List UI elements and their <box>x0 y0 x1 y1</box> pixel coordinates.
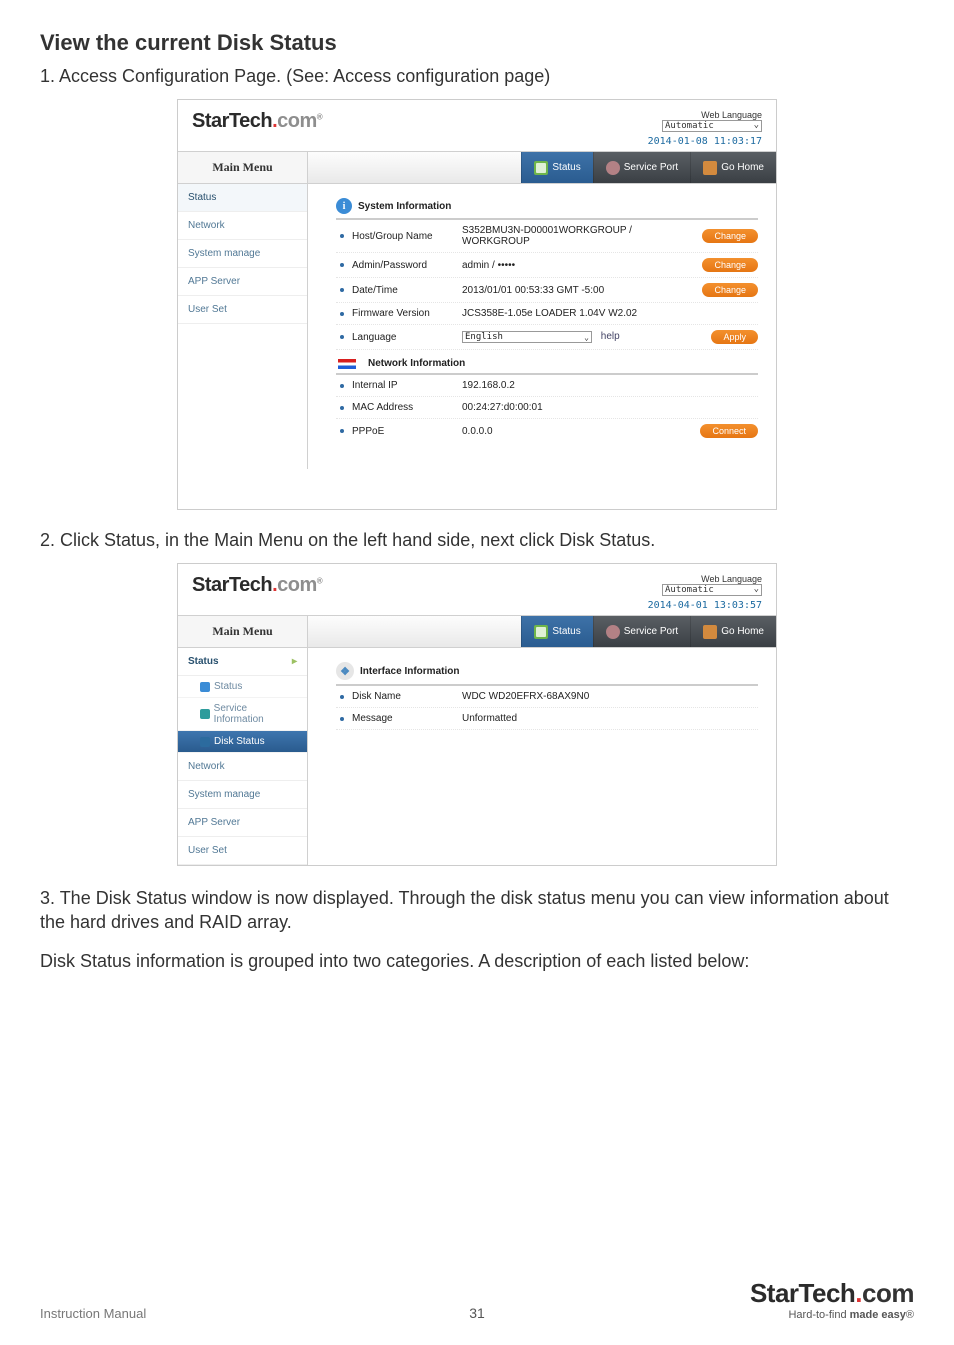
row-internal-ip: Internal IP 192.168.0.2 <box>336 375 758 397</box>
admin-password-value: admin / ••••• <box>462 260 690 271</box>
disk-status-icon <box>200 737 210 747</box>
main-menu-header-2: Main Menu <box>178 616 308 648</box>
screenshot-disk-status: StarTech.com® Web Language Automatic 201… <box>177 563 777 866</box>
monitor-icon <box>534 161 548 175</box>
host-group-label: Host/Group Name <box>352 231 462 242</box>
tab-status-label: Status <box>552 162 580 173</box>
service-info-icon <box>200 709 210 719</box>
admin-password-label: Admin/Password <box>352 260 462 271</box>
change-host-button[interactable]: Change <box>702 229 758 243</box>
sidebar-item-status-2[interactable]: Status ▸ <box>178 648 307 676</box>
timestamp-2: 2014-04-01 13:03:57 <box>648 600 762 611</box>
language-help-link[interactable]: help <box>601 331 620 342</box>
tab-go-home-label-2: Go Home <box>721 626 764 637</box>
sidebar-item-user-set[interactable]: User Set <box>178 296 307 324</box>
language-label: Language <box>352 332 462 343</box>
sidebar-item-app-server[interactable]: APP Server <box>178 268 307 296</box>
host-group-value: S352BMU3N-D00001WORKGROUP / WORKGROUP <box>462 225 690 247</box>
date-time-value: 2013/01/01 00:53:33 GMT -5:00 <box>462 285 690 296</box>
tab-service-port-2[interactable]: Service Port <box>593 616 690 647</box>
row-disk-name: Disk Name WDC WD20EFRX-68AX9N0 <box>336 686 758 708</box>
row-language: Language English⌄ help Apply <box>336 325 758 350</box>
footer-instruction-manual: Instruction Manual <box>40 1306 146 1321</box>
pppoe-label: PPPoE <box>352 426 462 437</box>
message-value: Unformatted <box>462 713 758 724</box>
screenshot-status-page: StarTech.com® Web Language Automatic 201… <box>177 99 777 510</box>
apply-language-button[interactable]: Apply <box>711 330 758 344</box>
chevron-right-icon: ▸ <box>292 656 297 667</box>
info-icon: i <box>336 198 352 214</box>
sidebar-item-network-2[interactable]: Network <box>178 753 307 781</box>
tab-status-label-2: Status <box>552 626 580 637</box>
disk-name-value: WDC WD20EFRX-68AX9N0 <box>462 691 758 702</box>
step-3: 3. The Disk Status window is now display… <box>40 886 914 935</box>
sidebar-item-system-manage-2[interactable]: System manage <box>178 781 307 809</box>
sidebar-item-system-manage[interactable]: System manage <box>178 240 307 268</box>
step-1: 1. Access Configuration Page. (See: Acce… <box>40 66 914 87</box>
change-date-button[interactable]: Change <box>702 283 758 297</box>
step-2: 2. Click Status, in the Main Menu on the… <box>40 530 914 551</box>
row-host-group: Host/Group Name S352BMU3N-D00001WORKGROU… <box>336 220 758 253</box>
disk-name-label: Disk Name <box>352 691 462 702</box>
sidebar-item-user-set-2[interactable]: User Set <box>178 837 307 865</box>
footer-page-number: 31 <box>469 1305 485 1321</box>
sidebar-item-app-server-2[interactable]: APP Server <box>178 809 307 837</box>
network-information-title: Network Information <box>336 354 758 375</box>
row-date-time: Date/Time 2013/01/01 00:53:33 GMT -5:00 … <box>336 278 758 303</box>
brand-logo: StarTech.com® <box>192 110 322 133</box>
tab-go-home-label: Go Home <box>721 162 764 173</box>
date-time-label: Date/Time <box>352 285 462 296</box>
home-icon <box>703 625 717 639</box>
firmware-value: JCS358E-1.05e LOADER 1.04V W2.02 <box>462 308 758 319</box>
brand-logo-2: StarTech.com® <box>192 574 322 597</box>
tab-go-home[interactable]: Go Home <box>690 152 776 183</box>
page-heading: View the current Disk Status <box>40 30 914 56</box>
web-language-label: Web Language <box>648 110 762 120</box>
internal-ip-value: 192.168.0.2 <box>462 380 758 391</box>
sidebar-item-status[interactable]: Status <box>178 184 307 212</box>
tab-service-port[interactable]: Service Port <box>593 152 690 183</box>
gear-icon <box>606 625 620 639</box>
tab-status[interactable]: Status <box>521 152 592 183</box>
categories-paragraph: Disk Status information is grouped into … <box>40 949 914 973</box>
language-select[interactable]: English⌄ <box>462 331 592 343</box>
flag-icon <box>338 359 356 369</box>
tab-status-2[interactable]: Status <box>521 616 592 647</box>
mac-address-label: MAC Address <box>352 402 462 413</box>
sidebar-sub-service-information[interactable]: Service Information <box>178 698 307 731</box>
row-firmware: Firmware Version JCS358E-1.05e LOADER 1.… <box>336 303 758 325</box>
tab-service-port-label-2: Service Port <box>624 626 678 637</box>
sidebar-sub-disk-status[interactable]: Disk Status <box>178 731 307 753</box>
message-label: Message <box>352 713 462 724</box>
tab-go-home-2[interactable]: Go Home <box>690 616 776 647</box>
change-admin-button[interactable]: Change <box>702 258 758 272</box>
monitor-icon <box>534 625 548 639</box>
row-admin-password: Admin/Password admin / ••••• Change <box>336 253 758 278</box>
web-language-select-2[interactable]: Automatic <box>662 584 762 596</box>
home-icon <box>703 161 717 175</box>
firmware-label: Firmware Version <box>352 308 462 319</box>
interface-icon: ❖ <box>336 662 354 680</box>
system-information-title: i System Information <box>336 194 758 220</box>
timestamp: 2014-01-08 11:03:17 <box>648 136 762 147</box>
web-language-label-2: Web Language <box>648 574 762 584</box>
row-message: Message Unformatted <box>336 708 758 730</box>
row-pppoe: PPPoE 0.0.0.0 Connect <box>336 419 758 443</box>
row-mac-address: MAC Address 00:24:27:d0:00:01 <box>336 397 758 419</box>
gear-icon <box>606 161 620 175</box>
status-icon <box>200 682 210 692</box>
main-menu-header: Main Menu <box>178 152 308 184</box>
interface-information-title: ❖ Interface Information <box>336 658 758 686</box>
pppoe-value: 0.0.0.0 <box>462 426 688 437</box>
tab-service-port-label: Service Port <box>624 162 678 173</box>
internal-ip-label: Internal IP <box>352 380 462 391</box>
mac-address-value: 00:24:27:d0:00:01 <box>462 402 758 413</box>
footer-brand: StarTech.com Hard-to-find made easy® <box>750 1278 914 1321</box>
web-language-select[interactable]: Automatic <box>662 120 762 132</box>
connect-pppoe-button[interactable]: Connect <box>700 424 758 438</box>
sidebar-sub-status[interactable]: Status <box>178 676 307 698</box>
sidebar-item-network[interactable]: Network <box>178 212 307 240</box>
